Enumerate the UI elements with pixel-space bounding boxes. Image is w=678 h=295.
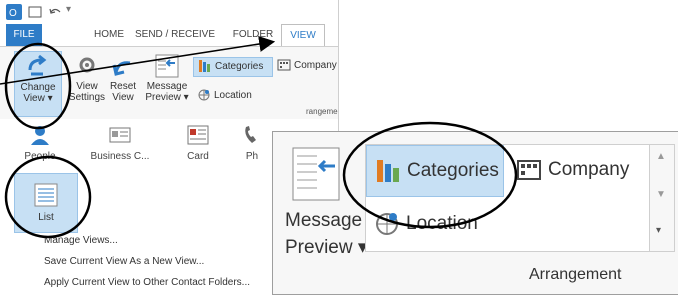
qat-customize-icon[interactable]: ▾ xyxy=(66,4,71,15)
categories-icon xyxy=(199,60,210,73)
message-preview-label-2: Preview ▾ xyxy=(145,92,189,103)
list-icon xyxy=(34,183,58,207)
categories-icon xyxy=(377,159,399,182)
undo-icon[interactable] xyxy=(48,4,62,20)
categories-small-label: Categories xyxy=(215,61,264,72)
gallery-item-business-card[interactable]: Business C... xyxy=(88,123,152,169)
gallery-scroll-column: ▲ ▼ ▾ xyxy=(649,145,674,251)
tab-view[interactable]: VIEW xyxy=(281,24,325,46)
categories-button[interactable]: Categories xyxy=(366,145,504,197)
send-receive-icon[interactable] xyxy=(28,4,42,20)
location-button[interactable]: Location xyxy=(366,199,502,249)
gear-icon xyxy=(79,57,95,73)
change-view-label-2: View ▾ xyxy=(23,93,53,104)
change-view-button[interactable]: Change View ▾ xyxy=(14,51,62,117)
gallery-item-people[interactable]: People xyxy=(8,123,72,169)
menu-apply-current-view[interactable]: Apply Current View to Other Contact Fold… xyxy=(44,277,250,288)
message-preview-icon xyxy=(292,147,340,201)
zoomed-arrangement-panel: Message Preview ▾ Categories Company Loc… xyxy=(272,131,678,295)
categories-label: Categories xyxy=(407,160,499,181)
gallery-item-label: Card xyxy=(187,151,209,162)
company-button[interactable]: Company xyxy=(508,145,638,195)
phone-icon xyxy=(245,126,256,143)
message-preview-big-label-2[interactable]: Preview ▾ xyxy=(285,236,367,259)
tab-home[interactable]: HOME xyxy=(86,24,132,46)
company-small-label: Company xyxy=(294,60,337,71)
scroll-up-arrow-icon[interactable]: ▲ xyxy=(656,151,666,162)
location-button-small[interactable]: Location xyxy=(193,87,273,105)
gallery-item-label: People xyxy=(24,151,56,162)
reset-view-label-1: Reset xyxy=(109,81,137,92)
company-icon xyxy=(277,59,291,71)
change-view-label-1: Change xyxy=(20,82,56,93)
title-bar: O ▾ xyxy=(0,0,338,24)
arrangement-group-label-partial: rangement xyxy=(306,107,338,116)
gallery-item-card[interactable]: Card xyxy=(166,123,230,169)
tab-file[interactable]: FILE xyxy=(6,24,42,46)
gallery-item-phone[interactable]: Ph xyxy=(232,123,272,169)
svg-text:O: O xyxy=(9,8,17,19)
gallery-item-label: Business C... xyxy=(90,151,150,162)
gallery-item-list[interactable]: List xyxy=(14,173,78,233)
tab-send-receive[interactable]: SEND / RECEIVE xyxy=(134,24,216,46)
arrangement-group-label: Arrangement xyxy=(529,266,622,283)
categories-button-small[interactable]: Categories xyxy=(193,57,273,77)
message-preview-label-1: Message xyxy=(146,81,188,92)
change-view-icon xyxy=(28,54,47,76)
location-small-label: Location xyxy=(214,90,252,101)
message-preview-button[interactable]: Message Preview ▾ xyxy=(144,51,190,115)
company-button-small[interactable]: Company xyxy=(273,57,338,75)
arrangement-gallery: Categories Company Location ▲ ▼ ▾ xyxy=(365,144,675,252)
scroll-down-arrow-icon[interactable]: ▼ xyxy=(656,189,666,200)
card-icon xyxy=(187,125,209,145)
menu-manage-views[interactable]: Manage Views... xyxy=(44,235,118,246)
outlook-logo-icon: O xyxy=(6,4,22,20)
ribbon-view-panel: Change View ▾ View Settings Reset View M… xyxy=(0,46,338,120)
ribbon-tabs: FILE HOME SEND / RECEIVE FOLDER VIEW xyxy=(0,24,338,46)
location-label: Location xyxy=(406,213,478,234)
menu-save-current-view[interactable]: Save Current View As a New View... xyxy=(44,256,204,267)
list-label: List xyxy=(38,212,54,223)
reset-view-label-2: View xyxy=(112,92,134,103)
business-card-icon xyxy=(109,127,131,143)
message-preview-big-label-1[interactable]: Message xyxy=(285,210,362,232)
tab-folder[interactable]: FOLDER xyxy=(230,24,276,46)
company-label: Company xyxy=(548,159,630,180)
location-icon xyxy=(198,89,210,101)
reset-icon xyxy=(112,61,131,76)
people-icon xyxy=(31,126,49,145)
message-preview-icon xyxy=(155,54,179,78)
company-icon xyxy=(517,159,541,180)
reset-view-button[interactable]: Reset View xyxy=(100,51,146,115)
more-options-icon[interactable]: ▾ xyxy=(656,225,661,236)
location-icon xyxy=(376,212,398,235)
gallery-item-label: Ph xyxy=(245,151,259,162)
